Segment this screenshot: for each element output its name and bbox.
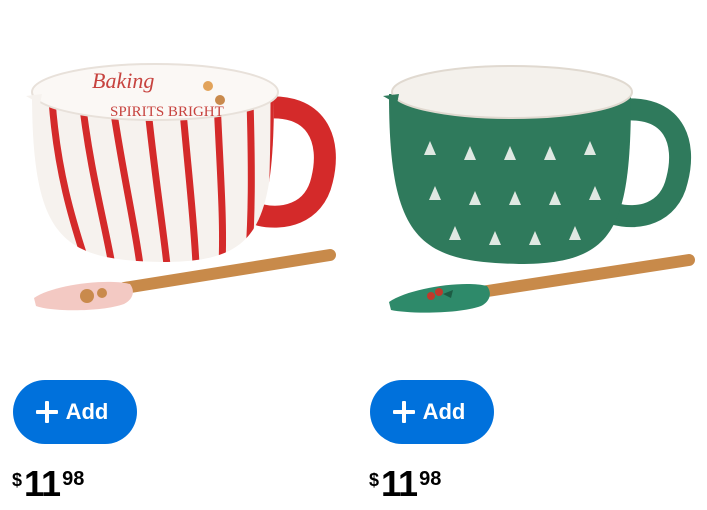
price: $ 11 98 [12,464,84,504]
price-dollars: 11 [381,463,418,504]
product-card: Add $ 11 98 [369,0,707,510]
add-button-label: Add [422,399,466,424]
heart-icon[interactable] [672,0,690,2]
price-dollars: 11 [24,463,61,504]
add-button-label: Add [65,399,109,424]
product-image-striped-bowl[interactable]: Baking SPIRITS BRIGHT [12,30,352,340]
plus-icon [392,401,415,423]
price: $ 11 98 [369,464,441,504]
price-cents: 98 [419,468,442,490]
product-image-tree-bowl[interactable] [369,30,707,340]
product-card: Baking SPIRITS BRIGHT Add $ 11 98 [12,0,352,510]
add-to-cart-button[interactable]: Add [13,380,137,444]
bowl-text-spirits: SPIRITS BRIGHT [110,104,224,120]
plus-icon [35,401,58,423]
price-currency: $ [12,470,23,490]
price-currency: $ [369,470,380,490]
bowl-text-baking: Baking [92,68,154,93]
add-to-cart-button[interactable]: Add [370,380,494,444]
heart-icon[interactable] [315,0,333,2]
price-cents: 98 [62,468,85,490]
